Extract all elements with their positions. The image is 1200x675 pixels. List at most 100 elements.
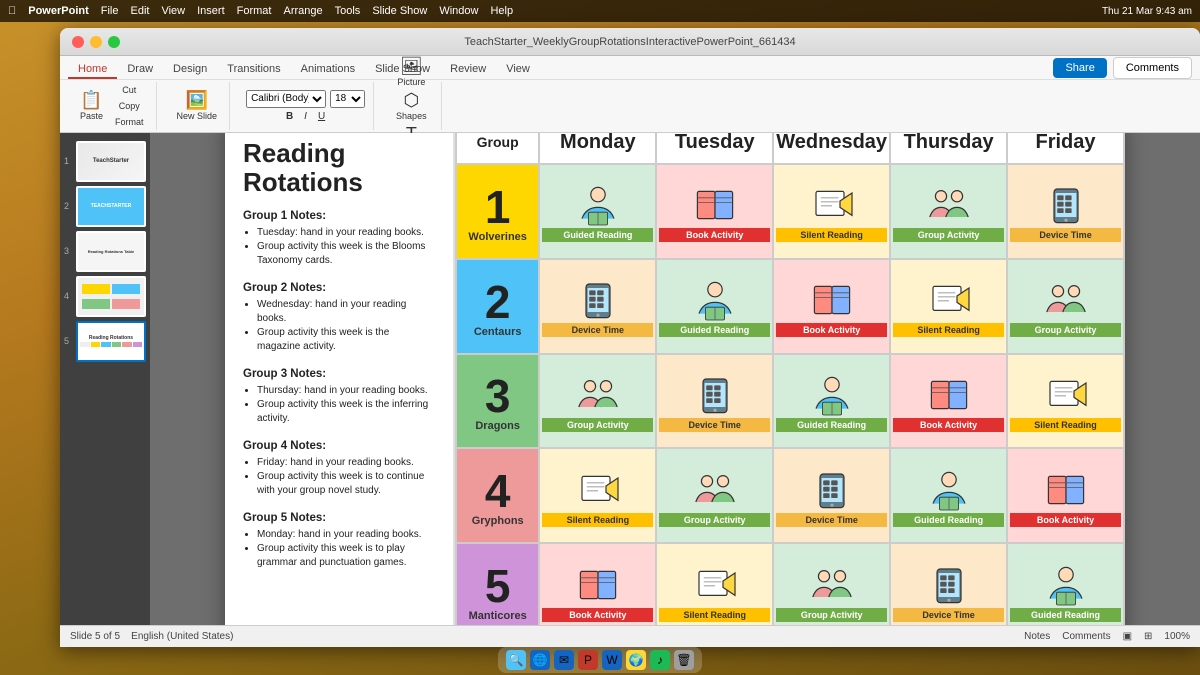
tab-animations[interactable]: Animations bbox=[291, 61, 365, 79]
group-row-2: 2 Centaurs Device Time Guided Reading bbox=[456, 259, 1124, 354]
comments-button[interactable]: Comments bbox=[1113, 57, 1192, 79]
app-name[interactable]: PowerPoint bbox=[28, 5, 89, 17]
tab-home[interactable]: Home bbox=[68, 61, 117, 79]
activity-cell-wolverines-tuesday[interactable]: Book Activity bbox=[656, 164, 773, 259]
paste-button[interactable]: 📋 Paste bbox=[76, 89, 107, 123]
ribbon: Home Draw Design Transitions Animations … bbox=[60, 56, 1200, 133]
apple-menu[interactable]:  bbox=[8, 5, 16, 17]
dock-word[interactable]: W bbox=[602, 650, 622, 670]
group-cell-1: 1 Wolverines bbox=[456, 164, 539, 259]
group-row-4: 4 Gryphons Silent Reading Group Activity bbox=[456, 448, 1124, 543]
underline-button[interactable]: U bbox=[314, 110, 329, 123]
rotation-table: Group Monday Tuesday Wednesday Thursday … bbox=[455, 133, 1125, 625]
activity-cell-wolverines-friday[interactable]: Device Time bbox=[1007, 164, 1124, 259]
activity-cell-manticores-wednesday[interactable]: Group Activity bbox=[773, 543, 890, 625]
maximize-button[interactable] bbox=[108, 36, 120, 48]
activity-cell-centaurs-monday[interactable]: Device Time bbox=[539, 259, 656, 354]
notes-label[interactable]: Notes bbox=[1024, 631, 1050, 642]
slide-thumb-wrapper-1: 1 TeachStarter bbox=[64, 141, 146, 182]
activity-cell-gryphons-thursday[interactable]: Guided Reading bbox=[890, 448, 1007, 543]
font-size-select[interactable]: 18 bbox=[330, 90, 365, 108]
menu-format[interactable]: Format bbox=[237, 5, 272, 17]
group-row-5: 5 Manticores Book Activity Silent Readin… bbox=[456, 543, 1124, 625]
dock-ppt[interactable]: P bbox=[578, 650, 598, 670]
activity-cell-gryphons-tuesday[interactable]: Group Activity bbox=[656, 448, 773, 543]
slide-thumb-4[interactable] bbox=[76, 276, 146, 317]
ribbon-group-font: Calibri (Body) 18 B I U bbox=[238, 82, 374, 130]
activity-cell-centaurs-friday[interactable]: Group Activity bbox=[1007, 259, 1124, 354]
tab-review[interactable]: Review bbox=[440, 61, 496, 79]
activity-cell-manticores-thursday[interactable]: Device Time bbox=[890, 543, 1007, 625]
dock-spotify[interactable]: ♪ bbox=[650, 650, 670, 670]
menu-edit[interactable]: Edit bbox=[131, 5, 150, 17]
menu-insert[interactable]: Insert bbox=[197, 5, 225, 17]
slide-thumb-2[interactable]: TEACHSTARTER bbox=[76, 186, 146, 227]
minimize-button[interactable] bbox=[90, 36, 102, 48]
menu-window[interactable]: Window bbox=[439, 5, 478, 17]
statusbar-right: Notes Comments ▣ ⊞ 100% bbox=[1024, 631, 1190, 642]
dock-finder[interactable]: 🔍 bbox=[506, 650, 526, 670]
activity-cell-dragons-tuesday[interactable]: Device Time bbox=[656, 354, 773, 449]
activity-cell-dragons-thursday[interactable]: Book Activity bbox=[890, 354, 1007, 449]
share-button[interactable]: Share bbox=[1053, 58, 1106, 78]
group-2-notes: Group 2 Notes: Wednesday: hand in your r… bbox=[243, 282, 435, 354]
view-normal[interactable]: ▣ bbox=[1123, 631, 1132, 642]
italic-button[interactable]: I bbox=[300, 110, 311, 123]
slide-thumb-1[interactable]: TeachStarter bbox=[76, 141, 146, 182]
activity-cell-centaurs-tuesday[interactable]: Guided Reading bbox=[656, 259, 773, 354]
slide-thumb-3[interactable]: Reading Rotations Table bbox=[76, 231, 146, 272]
menu-file[interactable]: File bbox=[101, 5, 119, 17]
tab-view[interactable]: View bbox=[496, 61, 540, 79]
format-button[interactable]: Format bbox=[111, 115, 148, 129]
activity-cell-wolverines-thursday[interactable]: Group Activity bbox=[890, 164, 1007, 259]
group-5-note-2: Group activity this week is to play gram… bbox=[257, 542, 435, 570]
activity-cell-manticores-friday[interactable]: Guided Reading bbox=[1007, 543, 1124, 625]
group-3-notes-title: Group 3 Notes: bbox=[243, 368, 435, 380]
activity-cell-gryphons-monday[interactable]: Silent Reading bbox=[539, 448, 656, 543]
copy-button[interactable]: Copy bbox=[111, 99, 148, 113]
notes-panel: Reading Rotations Group 1 Notes: Tuesday… bbox=[225, 133, 455, 625]
tab-design[interactable]: Design bbox=[163, 61, 217, 79]
activity-cell-manticores-monday[interactable]: Book Activity bbox=[539, 543, 656, 625]
cut-button[interactable]: Cut bbox=[111, 83, 148, 97]
activity-cell-gryphons-wednesday[interactable]: Device Time bbox=[773, 448, 890, 543]
font-select[interactable]: Calibri (Body) bbox=[246, 90, 326, 108]
dock-safari[interactable]: 🌐 bbox=[530, 650, 550, 670]
activity-cell-dragons-monday[interactable]: Group Activity bbox=[539, 354, 656, 449]
shapes-button[interactable]: ⬡ Shapes bbox=[392, 89, 431, 123]
activity-cell-centaurs-thursday[interactable]: Silent Reading bbox=[890, 259, 1007, 354]
activity-cell-dragons-friday[interactable]: Silent Reading bbox=[1007, 354, 1124, 449]
activity-cell-centaurs-wednesday[interactable]: Book Activity bbox=[773, 259, 890, 354]
activity-cell-gryphons-friday[interactable]: Book Activity bbox=[1007, 448, 1124, 543]
menu-tools[interactable]: Tools bbox=[335, 5, 361, 17]
group-1-note-2: Group activity this week is the Blooms T… bbox=[257, 240, 435, 268]
ribbon-group-slides: 🖼️ New Slide bbox=[165, 82, 231, 130]
activity-cell-dragons-wednesday[interactable]: Guided Reading bbox=[773, 354, 890, 449]
activity-cell-wolverines-monday[interactable]: Guided Reading bbox=[539, 164, 656, 259]
dock-trash[interactable]: 🗑 bbox=[674, 650, 694, 670]
menu-slideshow[interactable]: Slide Show bbox=[372, 5, 427, 17]
menu-help[interactable]: Help bbox=[490, 5, 513, 17]
group-cell-4: 4 Gryphons bbox=[456, 448, 539, 543]
picture-button[interactable]: 🖼 Picture bbox=[393, 55, 429, 89]
comments-label[interactable]: Comments bbox=[1062, 631, 1110, 642]
view-slide-sorter[interactable]: ⊞ bbox=[1144, 631, 1152, 642]
dock-chrome[interactable]: 🌍 bbox=[626, 650, 646, 670]
menu-view[interactable]: View bbox=[161, 5, 185, 17]
statusbar: Slide 5 of 5 English (United States) Not… bbox=[60, 625, 1200, 647]
menu-arrange[interactable]: Arrange bbox=[283, 5, 322, 17]
activity-cell-wolverines-wednesday[interactable]: Silent Reading bbox=[773, 164, 890, 259]
bold-button[interactable]: B bbox=[282, 110, 297, 123]
tab-transitions[interactable]: Transitions bbox=[217, 61, 290, 79]
header-wednesday: Wednesday bbox=[773, 133, 890, 164]
dock-mail[interactable]: ✉ bbox=[554, 650, 574, 670]
menubar-right: Thu 21 Mar 9:43 am bbox=[1102, 6, 1192, 17]
activity-cell-manticores-tuesday[interactable]: Silent Reading bbox=[656, 543, 773, 625]
group-4-notes-list: Friday: hand in your reading books. Grou… bbox=[243, 456, 435, 498]
slide-thumb-5[interactable]: Reading Rotations bbox=[76, 321, 146, 362]
new-slide-button[interactable]: 🖼️ New Slide bbox=[173, 89, 222, 123]
group-cell-2: 2 Centaurs bbox=[456, 259, 539, 354]
tab-draw[interactable]: Draw bbox=[117, 61, 163, 79]
close-button[interactable] bbox=[72, 36, 84, 48]
page-title: Reading Rotations bbox=[243, 139, 435, 196]
